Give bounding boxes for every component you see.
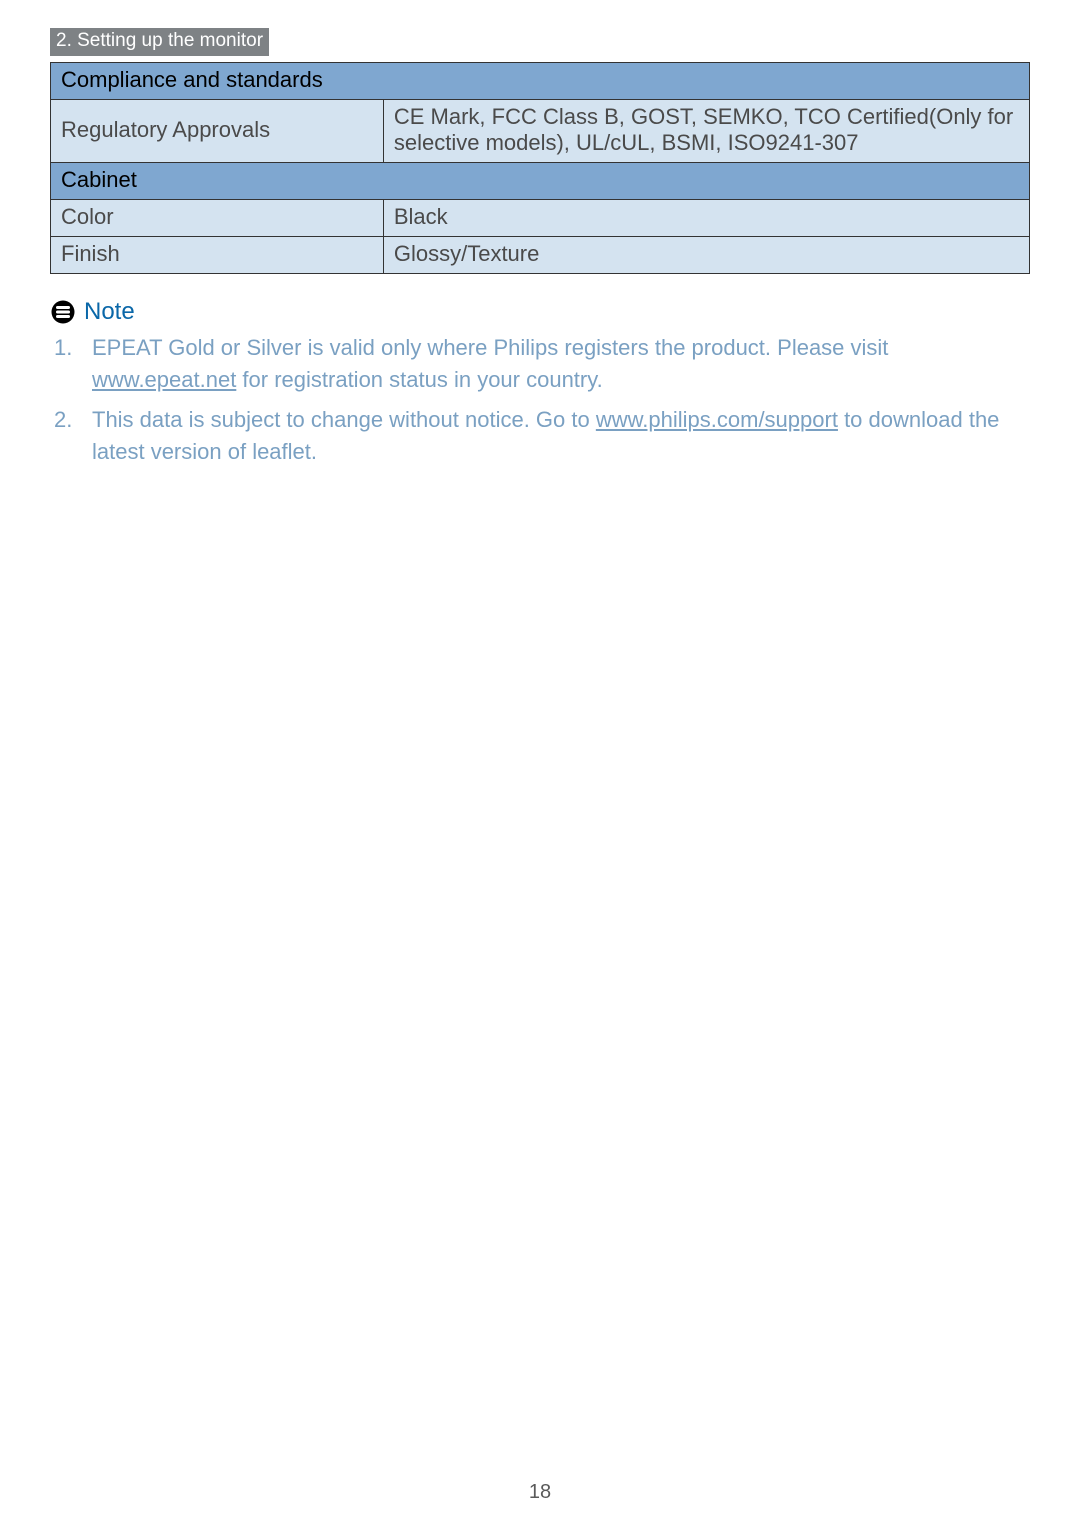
- note-list: EPEAT Gold or Silver is valid only where…: [50, 332, 1030, 468]
- note-icon: [50, 299, 76, 325]
- note-link-philips-support[interactable]: www.philips.com/support: [596, 407, 838, 432]
- table-row: Finish Glossy/Texture: [51, 237, 1030, 274]
- table-cell-label: Color: [51, 200, 384, 237]
- note-text-pre: This data is subject to change without n…: [92, 407, 596, 432]
- note-link-epeat[interactable]: www.epeat.net: [92, 367, 236, 392]
- note-title-text: Note: [84, 298, 135, 326]
- page-number: 18: [0, 1481, 1080, 1504]
- table-cell-label: Regulatory Approvals: [51, 100, 384, 163]
- note-item: EPEAT Gold or Silver is valid only where…: [50, 332, 1030, 396]
- table-row: Color Black: [51, 200, 1030, 237]
- table-header-cabinet: Cabinet: [51, 163, 1030, 200]
- table-header-compliance: Compliance and standards: [51, 63, 1030, 100]
- note-title-row: Note: [50, 298, 1030, 326]
- spec-table: Compliance and standards Regulatory Appr…: [50, 62, 1030, 274]
- table-header-row: Compliance and standards: [51, 63, 1030, 100]
- table-cell-value: CE Mark, FCC Class B, GOST, SEMKO, TCO C…: [383, 100, 1029, 163]
- note-block: Note EPEAT Gold or Silver is valid only …: [50, 298, 1030, 468]
- note-text-pre: EPEAT Gold or Silver is valid only where…: [92, 335, 888, 360]
- note-text-post: for registration status in your country.: [236, 367, 602, 392]
- table-cell-label: Finish: [51, 237, 384, 274]
- section-header: 2. Setting up the monitor: [50, 28, 269, 56]
- table-cell-value: Glossy/Texture: [383, 237, 1029, 274]
- table-cell-value: Black: [383, 200, 1029, 237]
- table-header-row: Cabinet: [51, 163, 1030, 200]
- table-row: Regulatory Approvals CE Mark, FCC Class …: [51, 100, 1030, 163]
- note-item: This data is subject to change without n…: [50, 404, 1030, 468]
